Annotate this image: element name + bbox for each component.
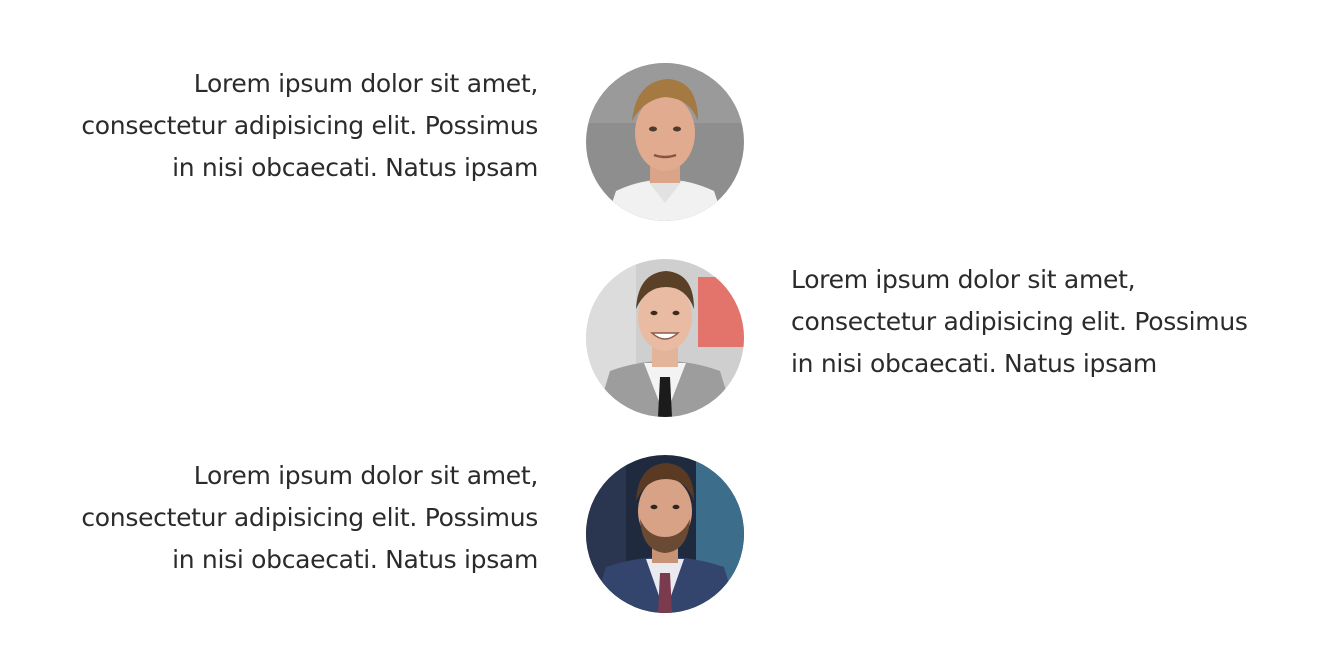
testimonial-line: consectetur adipisicing elit. Possimus (791, 307, 1248, 336)
testimonial-text-2: Lorem ipsum dolor sit amet, consectetur … (791, 259, 1291, 385)
testimonial-row-2: Lorem ipsum dolor sit amet, consectetur … (0, 259, 1331, 419)
testimonial-line: Lorem ipsum dolor sit amet, (791, 265, 1136, 294)
testimonial-row-1: Lorem ipsum dolor sit amet, consectetur … (0, 63, 1331, 223)
testimonial-text-3: Lorem ipsum dolor sit amet, consectetur … (48, 455, 538, 581)
avatar-photo-1 (586, 63, 744, 221)
testimonial-line: in nisi obcaecati. Natus ipsam (172, 545, 538, 574)
testimonial-line: consectetur adipisicing elit. Possimus (81, 503, 538, 532)
testimonial-line: in nisi obcaecati. Natus ipsam (172, 153, 538, 182)
avatar-photo-2 (586, 259, 744, 417)
testimonial-line: Lorem ipsum dolor sit amet, (193, 69, 539, 98)
testimonial-line: Lorem ipsum dolor sit amet, (193, 461, 539, 490)
testimonial-text-1: Lorem ipsum dolor sit amet, consectetur … (48, 63, 538, 189)
testimonial-row-3: Lorem ipsum dolor sit amet, consectetur … (0, 455, 1331, 615)
testimonial-line: consectetur adipisicing elit. Possimus (81, 111, 538, 140)
testimonial-line: in nisi obcaecati. Natus ipsam (791, 349, 1157, 378)
avatar-photo-3 (586, 455, 744, 613)
